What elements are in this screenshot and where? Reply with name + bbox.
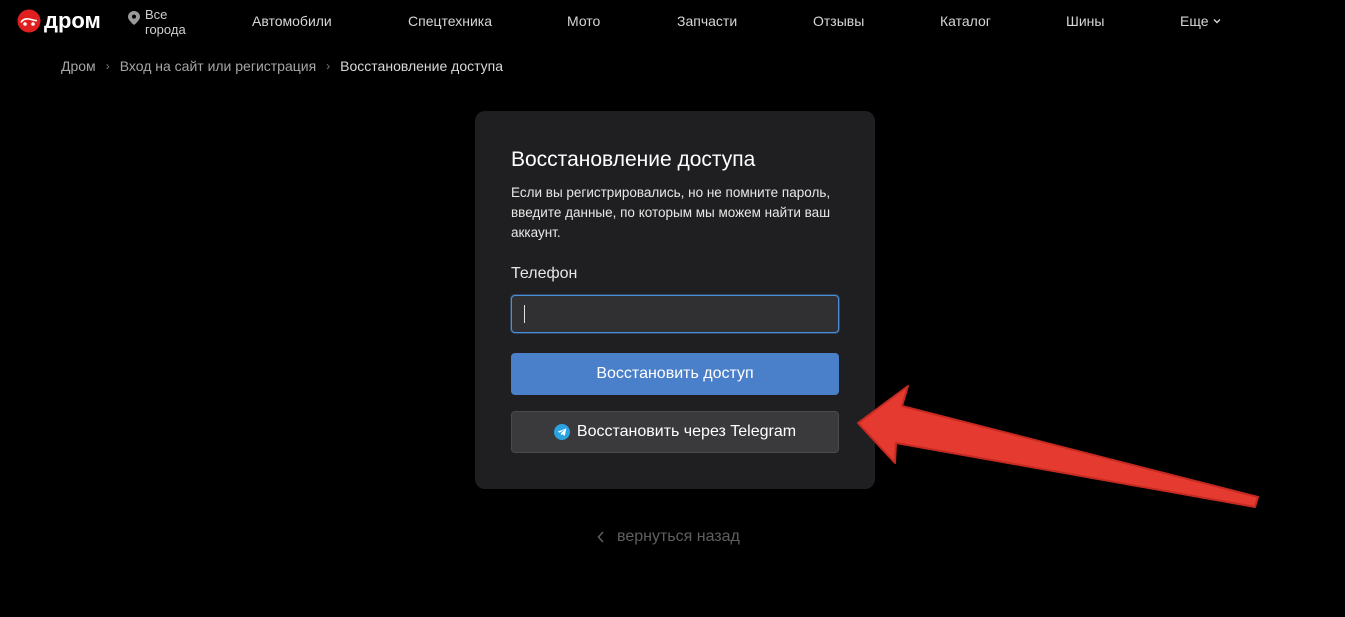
breadcrumb-home[interactable]: Дром [61, 57, 96, 75]
breadcrumb: Дром › Вход на сайт или регистрация › Во… [61, 57, 503, 75]
phone-input[interactable] [511, 295, 839, 333]
drom-logo-icon [17, 9, 41, 33]
back-link[interactable]: вернуться назад [596, 527, 740, 547]
site-header: дром Все города Автомобили Спецтехника М… [0, 0, 1345, 44]
location-pin-icon [128, 11, 140, 25]
nav-more-label: Еще [1180, 13, 1209, 29]
city-label: Все города [145, 7, 186, 37]
restore-via-telegram-button[interactable]: Восстановить через Telegram [511, 411, 839, 453]
nav-item-moto[interactable]: Мото [567, 12, 600, 30]
nav-item-special-vehicles[interactable]: Спецтехника [408, 12, 492, 30]
back-link-label: вернуться назад [617, 528, 740, 545]
nav-item-catalog[interactable]: Каталог [940, 12, 991, 30]
text-caret [524, 305, 525, 323]
page-title: Восстановление доступа [511, 148, 756, 171]
breadcrumb-separator: › [326, 59, 331, 73]
chevron-down-icon [1213, 19, 1220, 24]
breadcrumb-login[interactable]: Вход на сайт или регистрация [120, 57, 316, 75]
logo-link[interactable]: дром [17, 8, 101, 34]
nav-item-tires[interactable]: Шины [1066, 12, 1104, 30]
nav-more-button[interactable]: Еще [1180, 12, 1222, 30]
nav-item-cars[interactable]: Автомобили [252, 12, 332, 30]
restore-access-button[interactable]: Восстановить доступ [511, 353, 839, 395]
recovery-card: Восстановление доступа Если вы регистрир… [475, 111, 875, 489]
nav-item-parts[interactable]: Запчасти [677, 12, 737, 30]
telegram-button-label: Восстановить через Telegram [576, 423, 797, 440]
telegram-icon [553, 424, 570, 440]
city-selector[interactable]: Все города [128, 7, 195, 37]
breadcrumb-separator: › [105, 59, 110, 73]
phone-label: Телефон [511, 265, 578, 282]
recovery-description: Если вы регистрировались, но не помните … [511, 185, 831, 240]
nav-item-reviews[interactable]: Отзывы [813, 12, 864, 30]
chevron-left-icon [597, 531, 604, 543]
breadcrumb-current: Восстановление доступа [340, 58, 504, 74]
logo-text: дром [44, 8, 101, 33]
